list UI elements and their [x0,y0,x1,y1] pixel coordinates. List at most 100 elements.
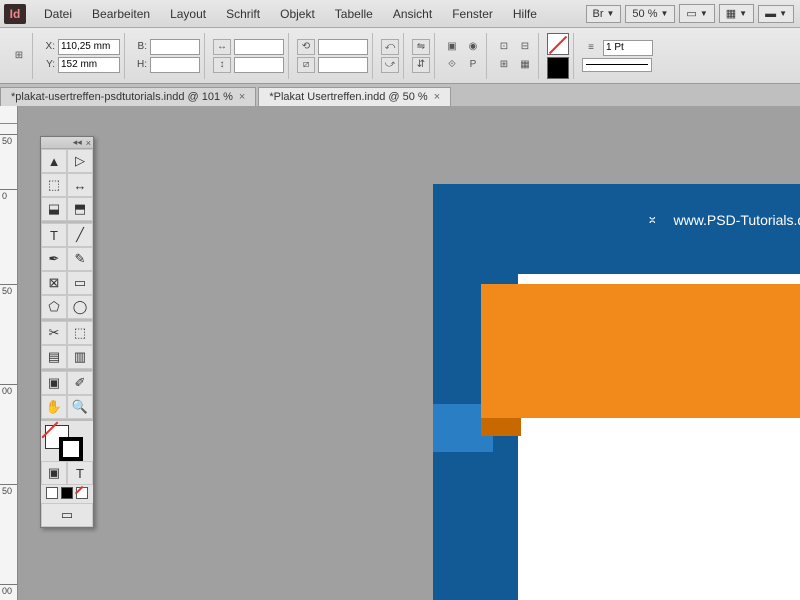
selection-tool-icon[interactable]: ▲ [41,149,67,173]
app-logo: Id [4,4,26,24]
eyedropper-icon[interactable]: ✐ [67,371,93,395]
panel-header[interactable]: ◂◂ × [41,137,93,149]
rotate-icon[interactable]: ⟲ [297,39,315,55]
control-bar: ⊞ X: Y: B: H: ↔ ↕ ⟲ ⧄ ⤺ ⤻ ⇋ ⇵ ▣◉ ⟐P ⊡⊟ ⊞… [0,28,800,84]
free-transform-icon[interactable]: ⬚ [67,321,93,345]
document-page[interactable]: ᳲ www.PSD-Tutorials.de [433,184,800,600]
stroke-weight-input[interactable] [603,40,653,56]
shear-icon[interactable]: ⧄ [297,57,315,73]
shear-input[interactable] [318,57,368,73]
fill-frame-icon[interactable]: ▦ [516,57,534,73]
scale-x-icon[interactable]: ↔ [213,39,231,55]
zoom-tool-icon[interactable]: 🔍 [67,395,93,419]
menu-schrift[interactable]: Schrift [216,7,270,21]
scissors-tool-icon[interactable]: ✂ [41,321,67,345]
content-placer-icon[interactable]: ⬒ [67,197,93,221]
stroke-weight-icon: ≡ [582,40,600,56]
pencil-tool-icon[interactable]: ✎ [67,247,93,271]
apply-color-icon[interactable] [61,487,73,499]
close-icon[interactable]: × [434,91,440,103]
menu-layout[interactable]: Layout [160,7,216,21]
orange-shadow [481,418,521,436]
zoom-level[interactable]: 50 %▼ [625,5,675,23]
doc-tab-1-title: *plakat-usertreffen-psdtutorials.indd @ … [11,91,233,103]
width-input[interactable] [150,39,200,55]
note-tool-icon[interactable]: ▣ [41,371,67,395]
arrange-docs-icon[interactable]: ▬▼ [758,5,794,23]
ruler-origin[interactable] [0,106,18,124]
view-options-icon[interactable]: ▦▼ [719,4,754,23]
select-container-icon[interactable]: ▣ [443,39,461,55]
menu-tabelle[interactable]: Tabelle [325,7,383,21]
rotate-90-cw-icon[interactable]: ⤻ [381,57,399,73]
doc-tab-2-title: *Plakat Usertreffen.indd @ 50 % [269,91,427,103]
reference-point-icon[interactable]: ⊞ [10,48,28,64]
pen-tool-icon[interactable]: ✒ [41,247,67,271]
screen-mode-icon[interactable]: ▭▼ [679,4,714,23]
doc-tab-1[interactable]: *plakat-usertreffen-psdtutorials.indd @ … [0,87,256,106]
x-input[interactable] [58,39,120,55]
menu-datei[interactable]: Datei [34,7,82,21]
tools-panel[interactable]: ◂◂ × ▲ ▷ ⬚ ↔ ⬓ ⬒ T ╱ ✒ ✎ ⊠ ▭ [40,136,94,528]
gradient-swatch-icon[interactable]: ▤ [41,345,67,369]
scale-x-input[interactable] [234,39,284,55]
collapse-icon[interactable]: ◂◂ [73,137,82,148]
center-content-icon[interactable]: ⊞ [495,57,513,73]
orange-rectangle[interactable] [481,284,800,418]
gap-tool-icon[interactable]: ↔ [67,173,93,197]
vertical-ruler[interactable]: 50 0 50 00 50 00 [0,124,18,600]
direct-selection-tool-icon[interactable]: ▷ [67,149,93,173]
ellipse-tool-icon[interactable]: ◯ [67,295,93,319]
rotate-90-ccw-icon[interactable]: ⤺ [381,39,399,55]
fit-frame-icon[interactable]: ⊟ [516,39,534,55]
fit-content-icon[interactable]: ⊡ [495,39,513,55]
normal-view-icon[interactable]: ▭ [41,503,93,527]
stroke-swatch[interactable] [547,57,569,79]
page-url: ᳲ www.PSD-Tutorials.de [649,212,800,228]
rectangle-frame-icon[interactable]: ⊠ [41,271,67,295]
menu-fenster[interactable]: Fenster [442,7,503,21]
line-tool-icon[interactable]: ╱ [67,223,93,247]
menu-ansicht[interactable]: Ansicht [383,7,442,21]
flip-h-icon[interactable]: ⇋ [412,39,430,55]
workspace: 200 150 100 50 0 50 100 150 50 0 50 00 5… [0,106,800,600]
format-text-icon[interactable]: T [67,461,93,485]
canvas[interactable]: ◂◂ × ▲ ▷ ⬚ ↔ ⬓ ⬒ T ╱ ✒ ✎ ⊠ ▭ [18,124,800,600]
close-icon[interactable]: × [239,91,245,103]
menubar: Id Datei Bearbeiten Layout Schrift Objek… [0,0,800,28]
menu-hilfe[interactable]: Hilfe [503,7,547,21]
content-collector-icon[interactable]: ⬓ [41,197,67,221]
hand-tool-icon[interactable]: ✋ [41,395,67,419]
format-container-icon[interactable]: ▣ [41,461,67,485]
y-label: Y: [41,59,55,70]
menu-bearbeiten[interactable]: Bearbeiten [82,7,160,21]
p-icon[interactable]: P [464,57,482,73]
x-label: X: [41,41,55,52]
scale-y-icon[interactable]: ↕ [213,57,231,73]
w-label: B: [133,41,147,52]
gradient-feather-icon[interactable]: ▥ [67,345,93,369]
stroke-color-icon[interactable] [59,437,83,461]
rectangle-tool-icon[interactable]: ▭ [67,271,93,295]
document-tabs: *plakat-usertreffen-psdtutorials.indd @ … [0,84,800,106]
flip-v-icon[interactable]: ⇵ [412,57,430,73]
height-input[interactable] [150,57,200,73]
rotate-input[interactable] [318,39,368,55]
close-icon[interactable]: × [86,138,91,148]
stroke-style-dropdown[interactable] [582,58,652,72]
fill-swatch[interactable] [547,33,569,55]
menu-objekt[interactable]: Objekt [270,7,325,21]
page-tool-icon[interactable]: ⬚ [41,173,67,197]
doc-tab-2[interactable]: *Plakat Usertreffen.indd @ 50 % × [258,87,451,106]
fill-stroke-swatches[interactable] [41,421,93,461]
type-tool-icon[interactable]: T [41,223,67,247]
h-label: H: [133,59,147,70]
constrain-icon[interactable]: ⟐ [443,57,461,73]
y-input[interactable] [58,57,120,73]
polygon-tool-icon[interactable]: ⬠ [41,295,67,319]
bridge-button[interactable]: Br▼ [586,5,622,23]
apply-gradient-icon[interactable] [76,487,88,499]
apply-none-icon[interactable] [46,487,58,499]
select-content-icon[interactable]: ◉ [464,39,482,55]
scale-y-input[interactable] [234,57,284,73]
